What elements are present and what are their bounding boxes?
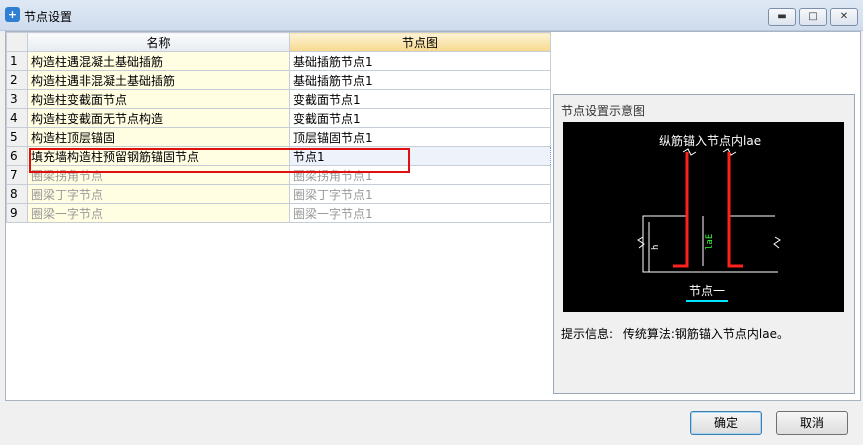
app-icon: + (5, 7, 20, 22)
row-index[interactable]: 8 (6, 184, 28, 204)
node-settings-table: 名称 节点图 1 构造柱遇混凝土基础插筋 基础插筋节点1 2 构造柱遇非混凝土基… (6, 32, 551, 223)
table-row[interactable]: 9 圈梁一字节点 圈梁一字节点1 (6, 203, 551, 223)
table-row[interactable]: 3 构造柱变截面节点 变截面节点1 (6, 89, 551, 109)
node-preview-panel: 节点设置示意图 纵筋锚入节点内lae h laE 节点一 提示信息: 传统算法:… (553, 94, 855, 394)
maximize-button[interactable]: □ (799, 8, 827, 26)
row-index[interactable]: 4 (6, 108, 28, 128)
row-index[interactable]: 3 (6, 89, 28, 109)
break-mark-top-left (682, 148, 697, 156)
row-name-cell[interactable]: 圈梁丁字节点 (27, 184, 290, 204)
table-row[interactable]: 7 圈梁拐角节点 圈梁拐角节点1 (6, 165, 551, 185)
row-node-cell[interactable]: 顶层锚固节点1 (289, 127, 551, 147)
row-name-cell[interactable]: 圈梁一字节点 (27, 203, 290, 223)
hint-text: 传统算法:钢筋锚入节点内lae。 (622, 327, 789, 341)
row-node-cell[interactable]: 变截面节点1 (289, 108, 551, 128)
minimize-button[interactable]: ▬ (768, 8, 796, 26)
row-node-cell[interactable]: 圈梁一字节点1 (289, 203, 551, 223)
table-row-selected[interactable]: 6 填充墙构造柱预留钢筋锚固节点 节点1 (6, 146, 551, 166)
diagram-node-label: 节点一 (689, 284, 725, 298)
table-row[interactable]: 1 构造柱遇混凝土基础插筋 基础插筋节点1 (6, 51, 551, 71)
right-structure-outline (727, 152, 775, 217)
minimize-icon: ▬ (777, 11, 787, 22)
hint-label: 提示信息: (561, 327, 614, 341)
row-index-header (6, 32, 28, 52)
row-index[interactable]: 9 (6, 203, 28, 223)
row-node-cell[interactable]: 基础插筋节点1 (289, 70, 551, 90)
maximize-icon: □ (808, 11, 818, 22)
title-bar: + 节点设置 ▬ □ ✕ (0, 0, 863, 31)
row-node-cell-selected[interactable]: 节点1 (289, 146, 551, 166)
row-index[interactable]: 2 (6, 70, 28, 90)
window-title: 节点设置 (24, 10, 73, 24)
right-rebar (727, 152, 743, 268)
dialog-client-area: 名称 节点图 1 构造柱遇混凝土基础插筋 基础插筋节点1 2 构造柱遇非混凝土基… (5, 31, 861, 401)
diagram-caption: 纵筋锚入节点内lae (659, 133, 761, 148)
cancel-button[interactable]: 取消 (776, 411, 848, 435)
break-mark-right (773, 236, 781, 249)
row-node-cell[interactable]: 基础插筋节点1 (289, 51, 551, 71)
preview-panel-title: 节点设置示意图 (561, 104, 646, 118)
ok-button[interactable]: 确定 (690, 411, 762, 435)
row-index[interactable]: 7 (6, 165, 28, 185)
row-name-cell[interactable]: 构造柱遇混凝土基础插筋 (27, 51, 290, 71)
column-header-node[interactable]: 节点图 (289, 32, 551, 52)
row-name-cell[interactable]: 构造柱变截面无节点构造 (27, 108, 290, 128)
row-index[interactable]: 5 (6, 127, 28, 147)
column-header-name[interactable]: 名称 (27, 32, 290, 52)
row-name-cell[interactable]: 构造柱顶层锚固 (27, 127, 290, 147)
row-name-cell[interactable]: 圈梁拐角节点 (27, 165, 290, 185)
close-icon: ✕ (839, 11, 849, 22)
dimension-label-h: h (651, 245, 661, 250)
row-index[interactable]: 6 (6, 146, 28, 166)
left-structure-outline (642, 152, 778, 273)
table-row[interactable]: 5 构造柱顶层锚固 顶层锚固节点1 (6, 127, 551, 147)
node-settings-dialog: + 节点设置 ▬ □ ✕ 名称 节点图 1 构造柱遇混凝土基础插筋 基础插筋节点 (0, 0, 863, 445)
row-node-cell[interactable]: 圈梁丁字节点1 (289, 184, 551, 204)
row-name-cell[interactable]: 构造柱变截面节点 (27, 89, 290, 109)
node-diagram-drawing: 纵筋锚入节点内lae h laE 节点一 (637, 133, 781, 302)
row-index[interactable]: 1 (6, 51, 28, 71)
left-rebar (673, 152, 689, 268)
node-diagram: 纵筋锚入节点内lae h laE 节点一 (563, 122, 844, 312)
row-node-cell[interactable]: 变截面节点1 (289, 89, 551, 109)
table-row[interactable]: 8 圈梁丁字节点 圈梁丁字节点1 (6, 184, 551, 204)
hint-info: 提示信息: 传统算法:钢筋锚入节点内lae。 (561, 325, 789, 342)
table-row[interactable]: 2 构造柱遇非混凝土基础插筋 基础插筋节点1 (6, 70, 551, 90)
row-node-cell[interactable]: 圈梁拐角节点1 (289, 165, 551, 185)
dimension-label-lae: laE (705, 234, 715, 250)
table-row[interactable]: 4 构造柱变截面无节点构造 变截面节点1 (6, 108, 551, 128)
close-button[interactable]: ✕ (830, 8, 858, 26)
row-name-cell[interactable]: 构造柱遇非混凝土基础插筋 (27, 70, 290, 90)
table-header-row: 名称 节点图 (6, 32, 551, 52)
row-name-cell[interactable]: 填充墙构造柱预留钢筋锚固节点 (27, 146, 290, 166)
